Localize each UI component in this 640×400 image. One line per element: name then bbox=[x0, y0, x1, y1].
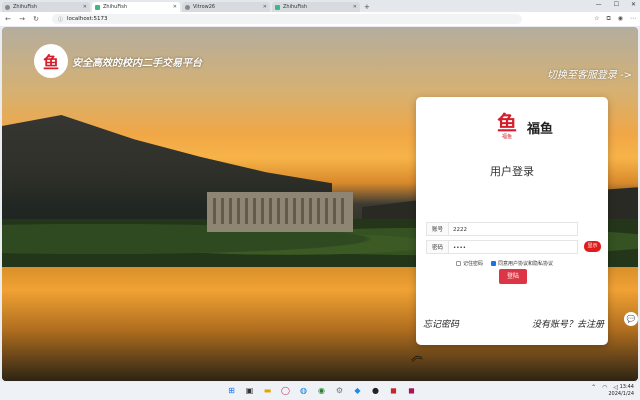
agree-terms-label: 同意用户协议和隐私协议 bbox=[498, 261, 554, 267]
file-explorer-icon[interactable]: ▬ bbox=[261, 384, 274, 397]
switch-to-service-login-link[interactable]: 切换至客服登录 -> bbox=[547, 66, 632, 81]
back-icon[interactable]: ← bbox=[4, 15, 12, 23]
chat-widget-icon[interactable]: 💬 bbox=[624, 312, 638, 326]
taskbar: ⊞ ▣ ▬ ◯ ◍ ◉ ⚙ ◆ ● ◼ ◼ ⌃ ◠ ◁ 13:44 2024/1… bbox=[0, 382, 640, 400]
site-slogan: 安全高效的校内二手交易平台 bbox=[72, 57, 202, 69]
task-view-icon[interactable]: ▣ bbox=[243, 384, 256, 397]
logo-glyph: 鱼 bbox=[497, 110, 517, 135]
app-icon-pink[interactable]: ◼ bbox=[405, 384, 418, 397]
chrome-browser-icon[interactable]: ◉ bbox=[315, 384, 328, 397]
mouse-cursor-icon: ↖ bbox=[493, 293, 500, 302]
site-brand: 鱼 安全高效的校内二手交易平台 bbox=[34, 44, 202, 78]
extensions-icon[interactable]: ⧉ bbox=[606, 15, 610, 23]
account-label: 账号 bbox=[426, 222, 448, 236]
new-tab-button[interactable]: + bbox=[364, 2, 370, 12]
account-field: 账号 2222 bbox=[426, 222, 578, 236]
register-link[interactable]: 没有账号？去注册 bbox=[532, 317, 604, 330]
taskbar-clock[interactable]: 13:44 2024/1/24 bbox=[608, 384, 634, 398]
maximize-button[interactable]: ☐ bbox=[614, 1, 619, 8]
clock-time: 13:44 bbox=[619, 384, 634, 390]
reload-icon[interactable]: ↻ bbox=[32, 15, 40, 23]
vite-favicon-icon bbox=[95, 4, 100, 10]
login-card: 鱼 福鱼 福鱼 用户登录 账号 2222 密码 •••• 显示 记住密码 同意用… bbox=[416, 97, 608, 345]
app-icon-gear[interactable]: ⚙ bbox=[333, 384, 346, 397]
agree-terms-checkbox[interactable]: 同意用户协议和隐私协议 bbox=[491, 260, 553, 267]
password-field: 密码 •••• bbox=[426, 240, 578, 254]
clock-date: 2024/1/24 bbox=[608, 391, 634, 397]
vscode-icon[interactable]: ◆ bbox=[351, 384, 364, 397]
tab-4[interactable]: ZhihuFish ✕ bbox=[272, 2, 360, 12]
login-options: 记住密码 同意用户协议和隐私协议 bbox=[456, 260, 553, 267]
browser-tab-bar: ZhihuFish ✕ ZhihuFish ✕ Vitrow26 ✕ Zhihu… bbox=[0, 0, 640, 12]
login-brand-name: 福鱼 bbox=[527, 122, 554, 137]
tab-2[interactable]: ZhihuFish ✕ bbox=[92, 2, 180, 12]
address-bar-row: ← → ↻ ⓘ localhost:5173 ☆ ⧉ ◉ ⋯ bbox=[0, 12, 640, 26]
windows-start-icon[interactable]: ⊞ bbox=[225, 384, 238, 397]
window-controls: — ☐ ✕ bbox=[596, 1, 636, 8]
url-text: localhost:5173 bbox=[67, 16, 108, 22]
close-tab-icon[interactable]: ✕ bbox=[83, 4, 87, 10]
close-tab-icon[interactable]: ✕ bbox=[353, 4, 357, 10]
edge-browser-icon[interactable]: ◍ bbox=[297, 384, 310, 397]
account-input[interactable]: 2222 bbox=[448, 222, 578, 236]
tab-1[interactable]: ZhihuFish ✕ bbox=[2, 2, 90, 12]
login-logo-icon: 鱼 福鱼 bbox=[489, 108, 525, 144]
vite-favicon-icon bbox=[275, 4, 280, 10]
logo-caption: 福鱼 bbox=[501, 133, 512, 140]
tab-favicon-icon bbox=[185, 4, 190, 10]
tab-3[interactable]: Vitrow26 ✕ bbox=[182, 2, 270, 12]
close-window-button[interactable]: ✕ bbox=[631, 1, 636, 8]
forgot-password-link[interactable]: 忘记密码 bbox=[423, 317, 459, 330]
password-label: 密码 bbox=[426, 240, 448, 254]
remember-password-label: 记住密码 bbox=[463, 261, 484, 267]
favorite-star-icon[interactable]: ☆ bbox=[594, 15, 599, 23]
minimize-button[interactable]: — bbox=[596, 1, 602, 8]
tray-chevron-icon[interactable]: ⌃ bbox=[591, 384, 596, 391]
url-field[interactable]: ⓘ localhost:5173 bbox=[52, 14, 522, 24]
info-icon[interactable]: ⓘ bbox=[58, 16, 63, 23]
close-tab-icon[interactable]: ✕ bbox=[263, 4, 267, 10]
checkbox-box-checked[interactable] bbox=[491, 261, 497, 266]
tab-label: Vitrow26 bbox=[193, 4, 216, 10]
tab-label: ZhihuFish bbox=[13, 4, 37, 10]
tab-label: ZhihuFish bbox=[283, 4, 307, 10]
tab-label: ZhihuFish bbox=[103, 4, 127, 10]
profile-icon[interactable]: ◉ bbox=[618, 15, 623, 23]
menu-icon[interactable]: ⋯ bbox=[630, 15, 636, 23]
app-icon-red[interactable]: ◼ bbox=[387, 384, 400, 397]
password-input[interactable]: •••• bbox=[448, 240, 578, 254]
tab-favicon-icon bbox=[5, 4, 10, 10]
app-icon-circle[interactable]: ◯ bbox=[279, 384, 292, 397]
remember-password-checkbox[interactable]: 记住密码 bbox=[456, 260, 483, 267]
app-icon-dark[interactable]: ● bbox=[369, 384, 382, 397]
wifi-icon[interactable]: ◠ bbox=[602, 384, 607, 391]
background-building bbox=[207, 192, 353, 232]
show-password-button[interactable]: 显示 bbox=[584, 241, 601, 252]
close-tab-icon[interactable]: ✕ bbox=[173, 4, 177, 10]
toolbar-icons: ☆ ⧉ ◉ ⋯ bbox=[594, 15, 636, 23]
checkbox-box[interactable] bbox=[456, 261, 461, 266]
login-page: 鱼 安全高效的校内二手交易平台 切换至客服登录 -> 鱼 福鱼 福鱼 用户登录 … bbox=[2, 27, 638, 381]
forward-icon[interactable]: → bbox=[18, 15, 26, 23]
login-title: 用户登录 bbox=[490, 165, 534, 178]
brand-logo-icon: 鱼 bbox=[34, 44, 68, 78]
login-button[interactable]: 登陆 bbox=[499, 269, 527, 284]
taskbar-apps: ⊞ ▣ ▬ ◯ ◍ ◉ ⚙ ◆ ● ◼ ◼ bbox=[225, 384, 418, 397]
